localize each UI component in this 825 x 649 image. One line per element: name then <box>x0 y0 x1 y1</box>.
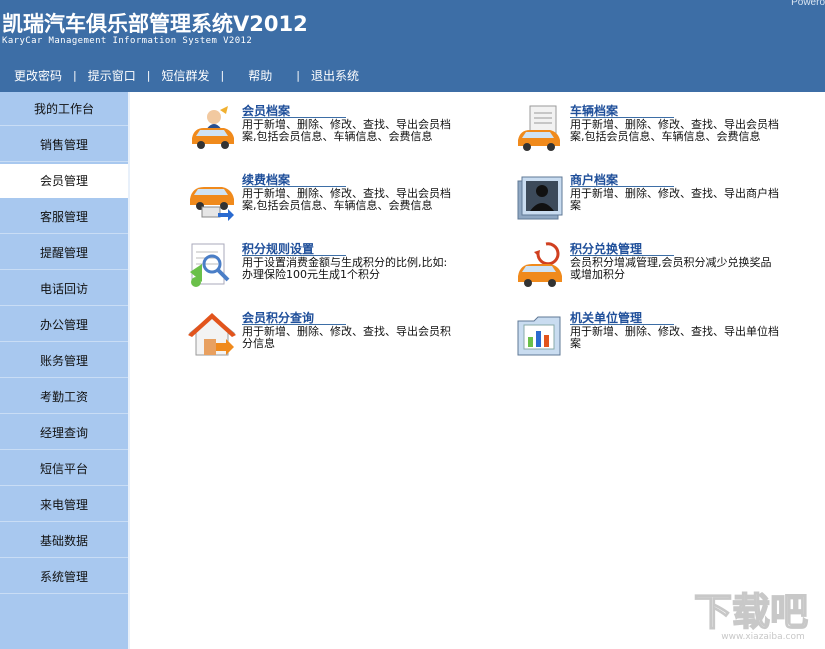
sidebar-item-accounts[interactable]: 账务管理 <box>0 344 128 378</box>
module-desc-renewal-records: 用于新增、删除、修改、查找、导出会员档案,包括会员信息、车辆信息、会费信息 <box>242 188 452 212</box>
top-navigation: 更改密码 | 提示窗口 | 短信群发 | 帮助 | 退出系统 <box>0 66 359 84</box>
nav-separator: | <box>73 69 77 82</box>
nav-separator: | <box>296 69 300 82</box>
module-member-points-query: 会员积分查询 用于新增、删除、修改、查找、导出会员积分信息 <box>188 311 508 373</box>
powered-by-text: Powero <box>791 0 825 8</box>
sidebar-item-phone-followup[interactable]: 电话回访 <box>0 272 128 306</box>
svg-text:www.xiazaiba.com: www.xiazaiba.com <box>721 632 805 642</box>
app-header: 凯瑞汽车俱乐部管理系统V2012 KaryCar Management Info… <box>0 0 825 92</box>
module-desc-merchant-records: 用于新增、删除、修改、查找、导出商户档案 <box>570 188 780 212</box>
svg-text:下载吧: 下载吧 <box>694 590 808 634</box>
points-rule-icon <box>188 242 236 290</box>
sidebar-item-manager-query[interactable]: 经理查询 <box>0 416 128 450</box>
module-renewal-records: 续费档案 用于新增、删除、修改、查找、导出会员档案,包括会员信息、车辆信息、会费… <box>188 173 508 235</box>
sidebar-divider <box>128 92 130 649</box>
nav-separator: | <box>147 69 151 82</box>
nav-sms-broadcast[interactable]: 短信群发 <box>161 67 209 84</box>
module-points-rules: 积分规则设置 用于设置消费金额与生成积分的比例,比如:办理保险100元生成1个积… <box>188 242 508 304</box>
sidebar-item-sms-platform[interactable]: 短信平台 <box>0 452 128 486</box>
watermark-logo: 下载吧 www.xiazaiba.com <box>683 587 819 643</box>
module-desc-points-rules: 用于设置消费金额与生成积分的比例,比如:办理保险100元生成1个积分 <box>242 257 452 281</box>
sidebar-item-customer-service[interactable]: 客服管理 <box>0 200 128 234</box>
sidebar-item-incoming-calls[interactable]: 来电管理 <box>0 488 128 522</box>
module-desc-points-exchange: 会员积分增减管理,会员积分减少兑换奖品或增加积分 <box>570 257 780 281</box>
sidebar-item-system[interactable]: 系统管理 <box>0 560 128 594</box>
module-desc-vehicle-records: 用于新增、删除、修改、查找、导出会员档案,包括会员信息、车辆信息、会费信息 <box>570 119 780 143</box>
sidebar-item-sales[interactable]: 销售管理 <box>0 128 128 162</box>
sidebar-item-office[interactable]: 办公管理 <box>0 308 128 342</box>
module-desc-member-points-query: 用于新增、删除、修改、查找、导出会员积分信息 <box>242 326 452 350</box>
points-exchange-icon <box>516 242 564 290</box>
module-desc-agency-management: 用于新增、删除、修改、查找、导出单位档案 <box>570 326 780 350</box>
sidebar-item-base-data[interactable]: 基础数据 <box>0 524 128 558</box>
nav-separator: | <box>220 69 224 82</box>
app-title: 凯瑞汽车俱乐部管理系统V2012 <box>2 8 308 38</box>
home-points-icon <box>188 311 236 359</box>
sidebar-item-members[interactable]: 会员管理 <box>0 164 128 198</box>
module-merchant-records: 商户档案 用于新增、删除、修改、查找、导出商户档案 <box>516 173 825 235</box>
nav-change-password[interactable]: 更改密码 <box>14 67 62 84</box>
module-points-exchange: 积分兑换管理 会员积分增减管理,会员积分减少兑换奖品或增加积分 <box>516 242 825 304</box>
folder-chart-icon <box>516 311 564 359</box>
sidebar: 我的工作台 销售管理 会员管理 客服管理 提醒管理 电话回访 办公管理 账务管理… <box>0 92 128 649</box>
module-agency-management: 机关单位管理 用于新增、删除、修改、查找、导出单位档案 <box>516 311 825 373</box>
app-subtitle: KaryCar Management Information System V2… <box>2 36 252 46</box>
module-desc-member-records: 用于新增、删除、修改、查找、导出会员档案,包括会员信息、车辆信息、会费信息 <box>242 119 452 143</box>
sidebar-item-reminders[interactable]: 提醒管理 <box>0 236 128 270</box>
member-car-icon <box>188 104 236 152</box>
merchant-profile-icon <box>516 173 564 221</box>
sidebar-item-workbench[interactable]: 我的工作台 <box>0 92 128 126</box>
vehicle-doc-icon <box>516 104 564 152</box>
nav-exit-system[interactable]: 退出系统 <box>311 67 359 84</box>
module-member-records: 会员档案 用于新增、删除、修改、查找、导出会员档案,包括会员信息、车辆信息、会费… <box>188 104 508 166</box>
nav-prompt-window[interactable]: 提示窗口 <box>88 67 136 84</box>
nav-help[interactable]: 帮助 <box>248 67 272 84</box>
module-vehicle-records: 车辆档案 用于新增、删除、修改、查找、导出会员档案,包括会员信息、车辆信息、会费… <box>516 104 825 166</box>
renewal-car-icon <box>188 173 236 221</box>
sidebar-item-attendance-payroll[interactable]: 考勤工资 <box>0 380 128 414</box>
